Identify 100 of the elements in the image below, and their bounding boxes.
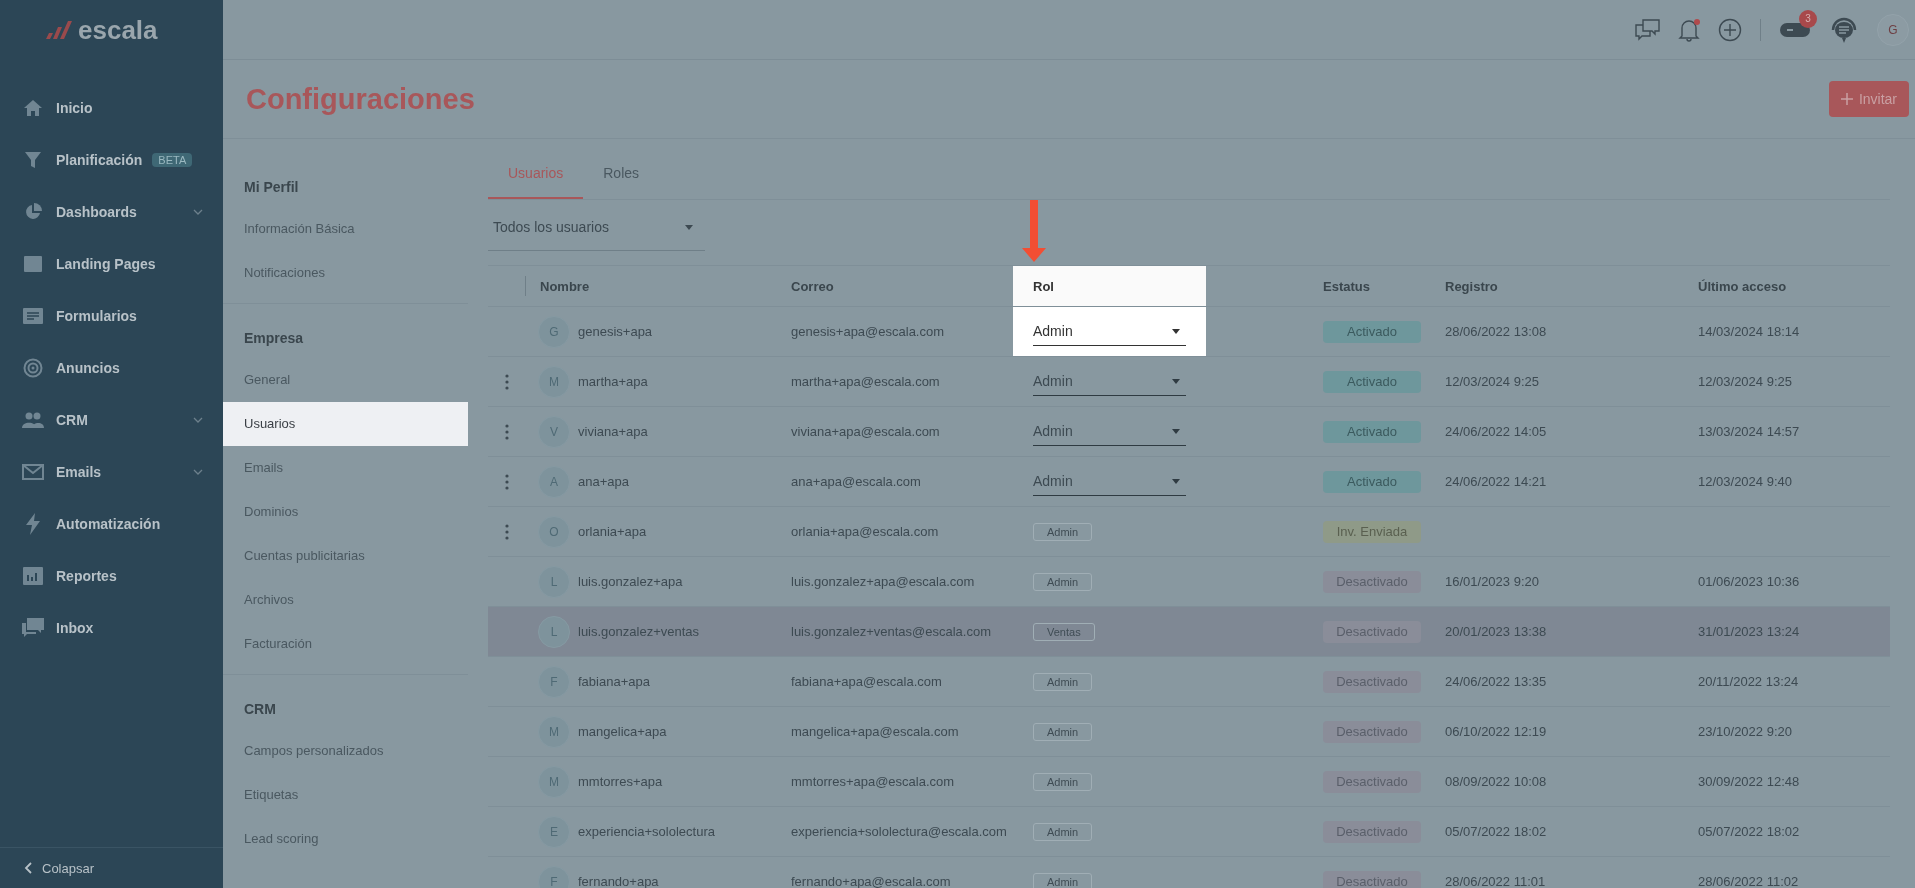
- caret-icon: [1172, 478, 1180, 484]
- beta-badge: BETA: [152, 153, 193, 167]
- support-chat-icon[interactable]: [1829, 15, 1859, 44]
- column-header: Estatus: [1323, 277, 1371, 296]
- settings-nav-item[interactable]: Archivos: [223, 578, 468, 622]
- column-header: Último acceso: [1698, 277, 1788, 296]
- settings-nav-item[interactable]: General: [223, 358, 468, 402]
- invite-button[interactable]: Invitar: [1828, 81, 1909, 117]
- sidebar-item[interactable]: Planificación BETA: [0, 134, 223, 186]
- section-heading: Mi Perfil: [243, 178, 300, 197]
- role-dropdown[interactable]: Admin: [1033, 417, 1186, 446]
- user-name: mmtorres+apa: [578, 774, 663, 789]
- more-vertical-icon[interactable]: [505, 523, 509, 540]
- status-tag: Activado: [1323, 370, 1421, 393]
- registration-date: 24/06/2022 14:21: [1445, 474, 1547, 489]
- chat-bubbles-icon[interactable]: [1634, 18, 1660, 41]
- user-name: fernando+apa: [578, 874, 659, 888]
- user-email: mmtorres+apa@escala.com: [791, 774, 955, 789]
- user-email: mangelica+apa@escala.com: [791, 724, 959, 739]
- registration-date: 24/06/2022 14:05: [1445, 424, 1547, 439]
- column-header: Registro: [1445, 277, 1499, 296]
- registration-date: 06/10/2022 12:19: [1445, 724, 1547, 739]
- role-tag: Admin: [1033, 772, 1093, 791]
- user-name: martha+apa: [578, 374, 648, 389]
- settings-nav-item[interactable]: Lead scoring: [223, 817, 468, 861]
- sidebar-label: Planificación: [56, 152, 143, 168]
- form-icon: [23, 308, 43, 324]
- sidebar-label: Inicio: [56, 100, 93, 116]
- more-vertical-icon[interactable]: [505, 373, 509, 390]
- user-email: experiencia+sololectura@escala.com: [791, 824, 1007, 839]
- tab[interactable]: Roles: [583, 165, 660, 199]
- status-tag: Activado: [1323, 320, 1421, 343]
- more-vertical-icon[interactable]: [505, 473, 509, 490]
- lightning-icon: [25, 513, 41, 535]
- user-email: fernando+apa@escala.com: [791, 874, 951, 888]
- status-tag: Activado: [1323, 470, 1421, 493]
- last-access-date: 14/03/2024 18:14: [1698, 324, 1800, 339]
- registration-date: 28/06/2022 13:08: [1445, 324, 1547, 339]
- page-title: Configuraciones: [246, 82, 475, 116]
- tab[interactable]: Usuarios: [488, 165, 584, 199]
- caret-icon: [685, 224, 693, 230]
- sidebar-label: Inbox: [56, 620, 94, 636]
- chat-icon: [21, 618, 45, 638]
- user-email: ana+apa@escala.com: [791, 474, 921, 489]
- user-name: orlania+apa: [578, 524, 647, 539]
- user-name: ana+apa: [578, 474, 629, 489]
- sidebar-item[interactable]: Landing Pages: [0, 238, 223, 290]
- status-tag: Inv. Enviada: [1323, 520, 1421, 543]
- user-email: fabiana+apa@escala.com: [791, 674, 942, 689]
- caret-icon: [1172, 328, 1180, 334]
- role-dropdown[interactable]: Admin: [1033, 367, 1186, 396]
- sidebar-item[interactable]: Anuncios: [0, 342, 223, 394]
- settings-nav-item[interactable]: Etiquetas: [223, 773, 468, 817]
- settings-nav-item[interactable]: Facturación: [223, 622, 468, 666]
- user-email: viviana+apa@escala.com: [791, 424, 940, 439]
- sidebar-item[interactable]: Inbox: [0, 602, 223, 654]
- sidebar-label: Anuncios: [56, 360, 120, 376]
- settings-nav-item[interactable]: Usuarios: [223, 402, 468, 446]
- user-avatar[interactable]: G: [1877, 13, 1909, 46]
- registration-date: 16/01/2023 9:20: [1445, 574, 1539, 589]
- settings-nav-item[interactable]: Emails: [223, 446, 468, 490]
- chevron-left-icon: [24, 862, 32, 874]
- sidebar-item[interactable]: Formularios: [0, 290, 223, 342]
- collapse-button[interactable]: Colapsar: [0, 847, 223, 888]
- notification-badge: 3: [1799, 9, 1817, 28]
- bell-icon[interactable]: [1678, 17, 1700, 42]
- sidebar-item[interactable]: CRM: [0, 394, 223, 446]
- user-name: luis.gonzalez+apa: [578, 574, 683, 589]
- add-icon[interactable]: [1718, 17, 1742, 42]
- bar-chart-icon: [23, 567, 43, 585]
- sidebar-item[interactable]: Inicio: [0, 82, 223, 134]
- role-dropdown[interactable]: Admin: [1033, 467, 1186, 496]
- user-filter-dropdown[interactable]: Todos los usuarios: [488, 204, 705, 251]
- last-access-date: 13/03/2024 14:57: [1698, 424, 1800, 439]
- sidebar-item[interactable]: Emails: [0, 446, 223, 498]
- settings-nav-item[interactable]: Notificaciones: [223, 251, 468, 295]
- settings-nav-item[interactable]: Campos personalizados: [223, 729, 468, 773]
- mail-icon: [22, 464, 44, 480]
- sidebar-item[interactable]: Automatización: [0, 498, 223, 550]
- registration-date: 24/06/2022 13:35: [1445, 674, 1547, 689]
- more-vertical-icon[interactable]: [505, 423, 509, 440]
- user-name: mangelica+apa: [578, 724, 667, 739]
- last-access-date: 12/03/2024 9:40: [1698, 474, 1792, 489]
- pie-chart-icon: [24, 203, 42, 221]
- role-tag: Admin: [1033, 872, 1093, 888]
- sidebar-item[interactable]: Dashboards: [0, 186, 223, 238]
- role-tag: Admin: [1033, 522, 1093, 541]
- last-access-date: 05/07/2022 18:02: [1698, 824, 1800, 839]
- sidebar-item[interactable]: Reportes: [0, 550, 223, 602]
- settings-nav-item[interactable]: Cuentas publicitarias: [223, 534, 468, 578]
- plus-icon: [1840, 93, 1853, 105]
- home-icon: [23, 99, 43, 117]
- settings-nav-item[interactable]: Dominios: [223, 490, 468, 534]
- user-email: luis.gonzalez+ventas@escala.com: [791, 624, 991, 639]
- registration-date: 20/01/2023 13:38: [1445, 624, 1547, 639]
- settings-nav-item[interactable]: Información Básica: [223, 207, 468, 251]
- registration-date: 12/03/2024 9:25: [1445, 374, 1539, 389]
- logo-icon: [44, 19, 74, 41]
- registration-date: 08/09/2022 10:08: [1445, 774, 1547, 789]
- user-email: orlania+apa@escala.com: [791, 524, 939, 539]
